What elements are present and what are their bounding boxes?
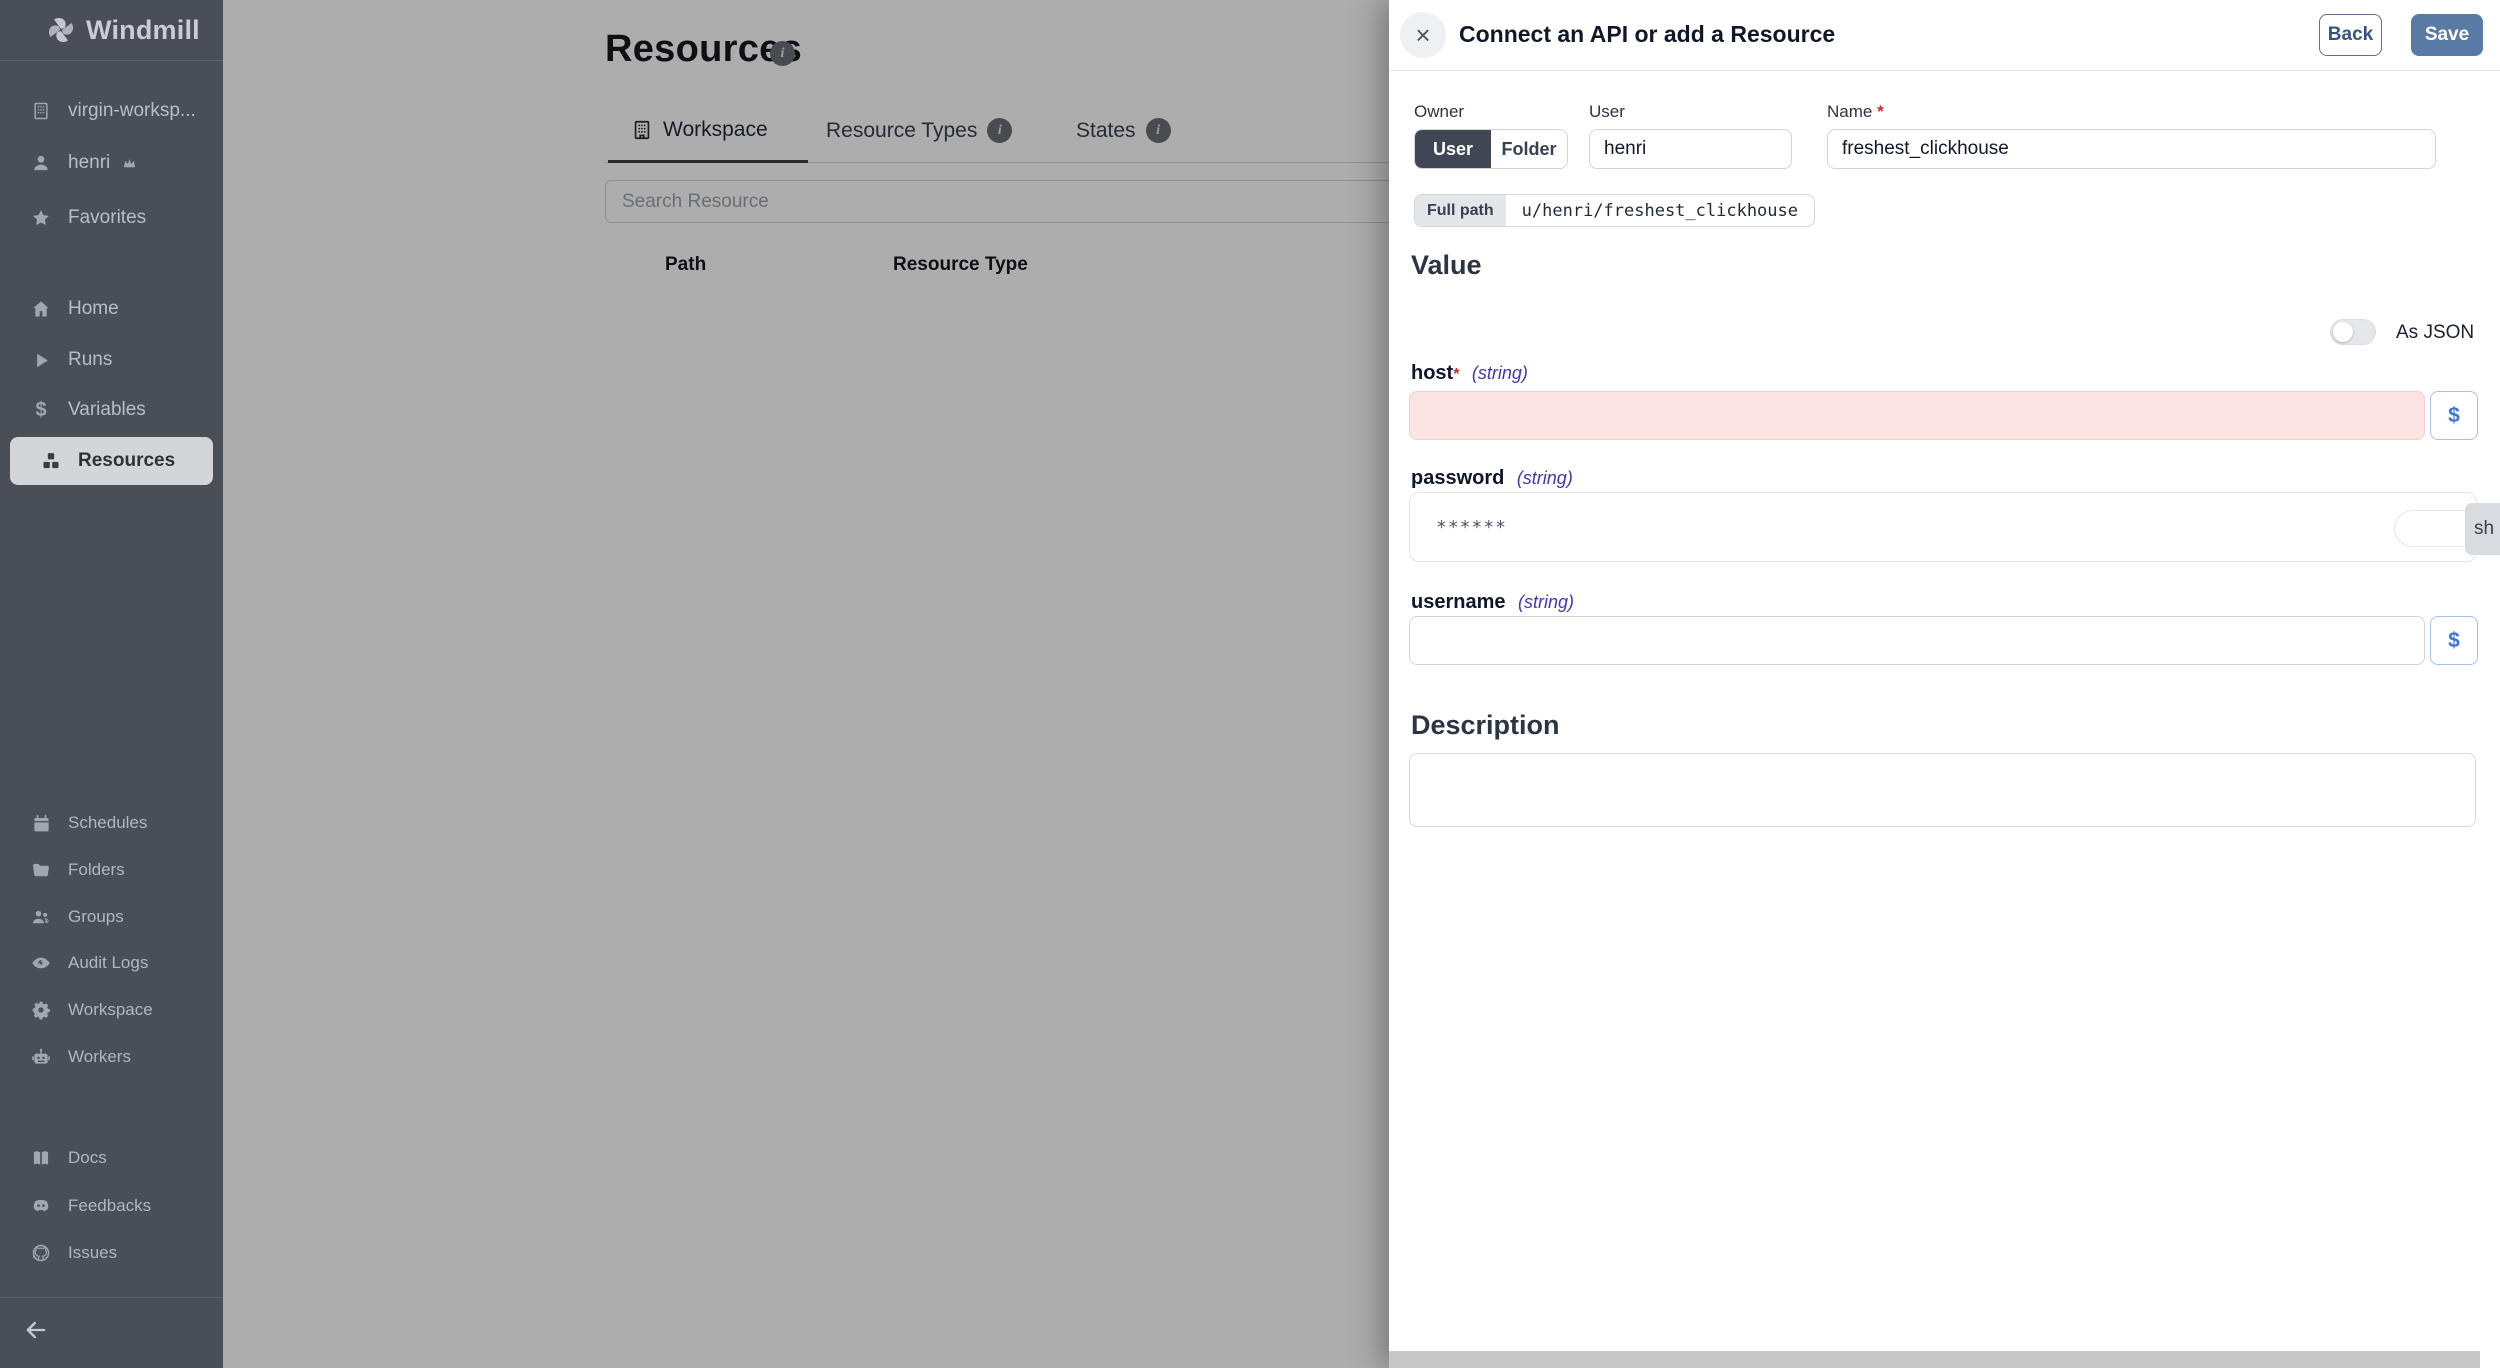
book-icon [30,1147,52,1169]
drawer-header: × Connect an API or add a Resource Back … [1389,0,2500,71]
host-field-label: host* (string) [1411,362,1528,384]
crown-icon [122,156,137,171]
full-path-chip: Full path [1415,195,1506,226]
full-path-value: u/henri/freshest_clickhouse [1521,200,1798,221]
sidebar-item-feedbacks[interactable]: Feedbacks [0,1183,223,1229]
drawer-title: Connect an API or add a Resource [1459,21,1836,47]
username-input[interactable] [1409,616,2425,665]
username-field-label: username (string) [1411,591,1574,613]
as-json-toggle[interactable] [2330,319,2376,345]
toggle-knob [2333,322,2353,342]
nav-label: Workspace [68,1000,153,1019]
user-icon [30,152,52,174]
arrow-left-icon [22,1316,50,1344]
workspace-name: virgin-worksp... [68,100,196,121]
save-button[interactable]: Save [2411,14,2483,56]
nav-label: Feedbacks [68,1196,152,1215]
username: henri [68,152,111,173]
discord-icon [30,1195,52,1217]
calendar-icon [30,812,52,834]
sidebar-item-issues[interactable]: Issues [0,1230,223,1276]
sidebar-item-audit-logs[interactable]: Audit Logs [0,940,223,986]
home-icon [30,298,52,320]
sidebar-item-user[interactable]: henri [0,140,223,186]
required-asterisk: * [1453,366,1460,383]
username-variable-picker-button[interactable]: $ [2430,616,2478,665]
close-icon[interactable]: × [1400,12,1446,58]
eye-icon [30,952,52,974]
building-icon [30,100,52,122]
logo[interactable]: Windmill [0,0,223,61]
nav-label: Folders [68,860,125,879]
field-type: (string) [1471,363,1528,383]
sidebar-divider [0,1297,223,1298]
owner-option-user[interactable]: User [1415,130,1491,168]
value-heading: Value [1411,250,1482,280]
owner-option-folder[interactable]: Folder [1491,130,1567,168]
star-icon [30,207,52,229]
sidebar: Windmill virgin-worksp... henri Favorite… [0,0,223,1368]
nav-label: Variables [68,399,146,420]
nav-label: Resources [78,450,176,471]
nav-label: Issues [68,1243,118,1262]
sidebar-item-home[interactable]: Home [0,286,223,332]
password-masked-value: ****** [1436,517,1508,538]
sidebar-item-folders[interactable]: Folders [0,847,223,893]
nav-label: Runs [68,349,113,370]
owner-label: Owner [1414,102,1465,121]
logo-text: Windmill [86,14,200,45]
nav-label: Audit Logs [68,953,149,972]
nav-label: Schedules [68,813,148,832]
sidebar-item-runs[interactable]: Runs [0,337,223,383]
windmill-icon [46,15,76,45]
description-textarea[interactable] [1409,753,2476,827]
nav-label: Workers [68,1047,131,1066]
sidebar-item-groups[interactable]: Groups [0,894,223,940]
nav-label: Docs [68,1148,107,1167]
field-type: (string) [1517,592,1574,612]
users-icon [30,906,52,928]
resource-drawer: × Connect an API or add a Resource Back … [1389,0,2500,1368]
collapse-sidebar-button[interactable] [22,1316,50,1344]
as-json-label: As JSON [2396,322,2475,343]
name-input[interactable] [1827,129,2436,169]
user-label: User [1589,102,1625,121]
nav-label: Home [68,298,119,319]
folder-icon [30,859,52,881]
host-input[interactable] [1409,391,2425,440]
field-type: (string) [1516,468,1573,488]
sidebar-item-variables[interactable]: $ Variables [0,387,223,433]
sidebar-item-schedules[interactable]: Schedules [0,800,223,846]
sidebar-item-favorites[interactable]: Favorites [0,195,223,241]
name-label: Name * [1827,102,1884,121]
boxes-icon [40,450,62,472]
sidebar-item-workspace-switcher[interactable]: virgin-worksp... [0,88,223,134]
horizontal-scrollbar-thumb[interactable] [1389,1351,2480,1368]
nav-label: Groups [68,907,124,926]
description-heading: Description [1411,710,1560,740]
gear-icon [30,999,52,1021]
required-asterisk: * [1877,102,1884,121]
show-password-button[interactable]: sh [2465,503,2500,555]
owner-toggle: User Folder [1414,129,1568,169]
sidebar-item-workspace-settings[interactable]: Workspace [0,987,223,1033]
user-input[interactable] [1589,129,1792,169]
sidebar-item-resources[interactable]: Resources [10,437,213,485]
robot-icon [30,1046,52,1068]
favorites-label: Favorites [68,207,147,228]
host-variable-picker-button[interactable]: $ [2430,391,2478,440]
password-input[interactable]: ****** [1409,492,2488,562]
sidebar-item-workers[interactable]: Workers [0,1034,223,1080]
back-button[interactable]: Back [2319,14,2382,56]
horizontal-scrollbar [1389,1351,2500,1368]
password-field-label: password (string) [1411,467,1573,489]
play-icon [30,349,52,371]
dollar-icon: $ [35,399,47,421]
github-icon [30,1242,52,1264]
sidebar-item-docs[interactable]: Docs [0,1135,223,1181]
full-path: Full path u/henri/freshest_clickhouse [1414,194,1815,227]
